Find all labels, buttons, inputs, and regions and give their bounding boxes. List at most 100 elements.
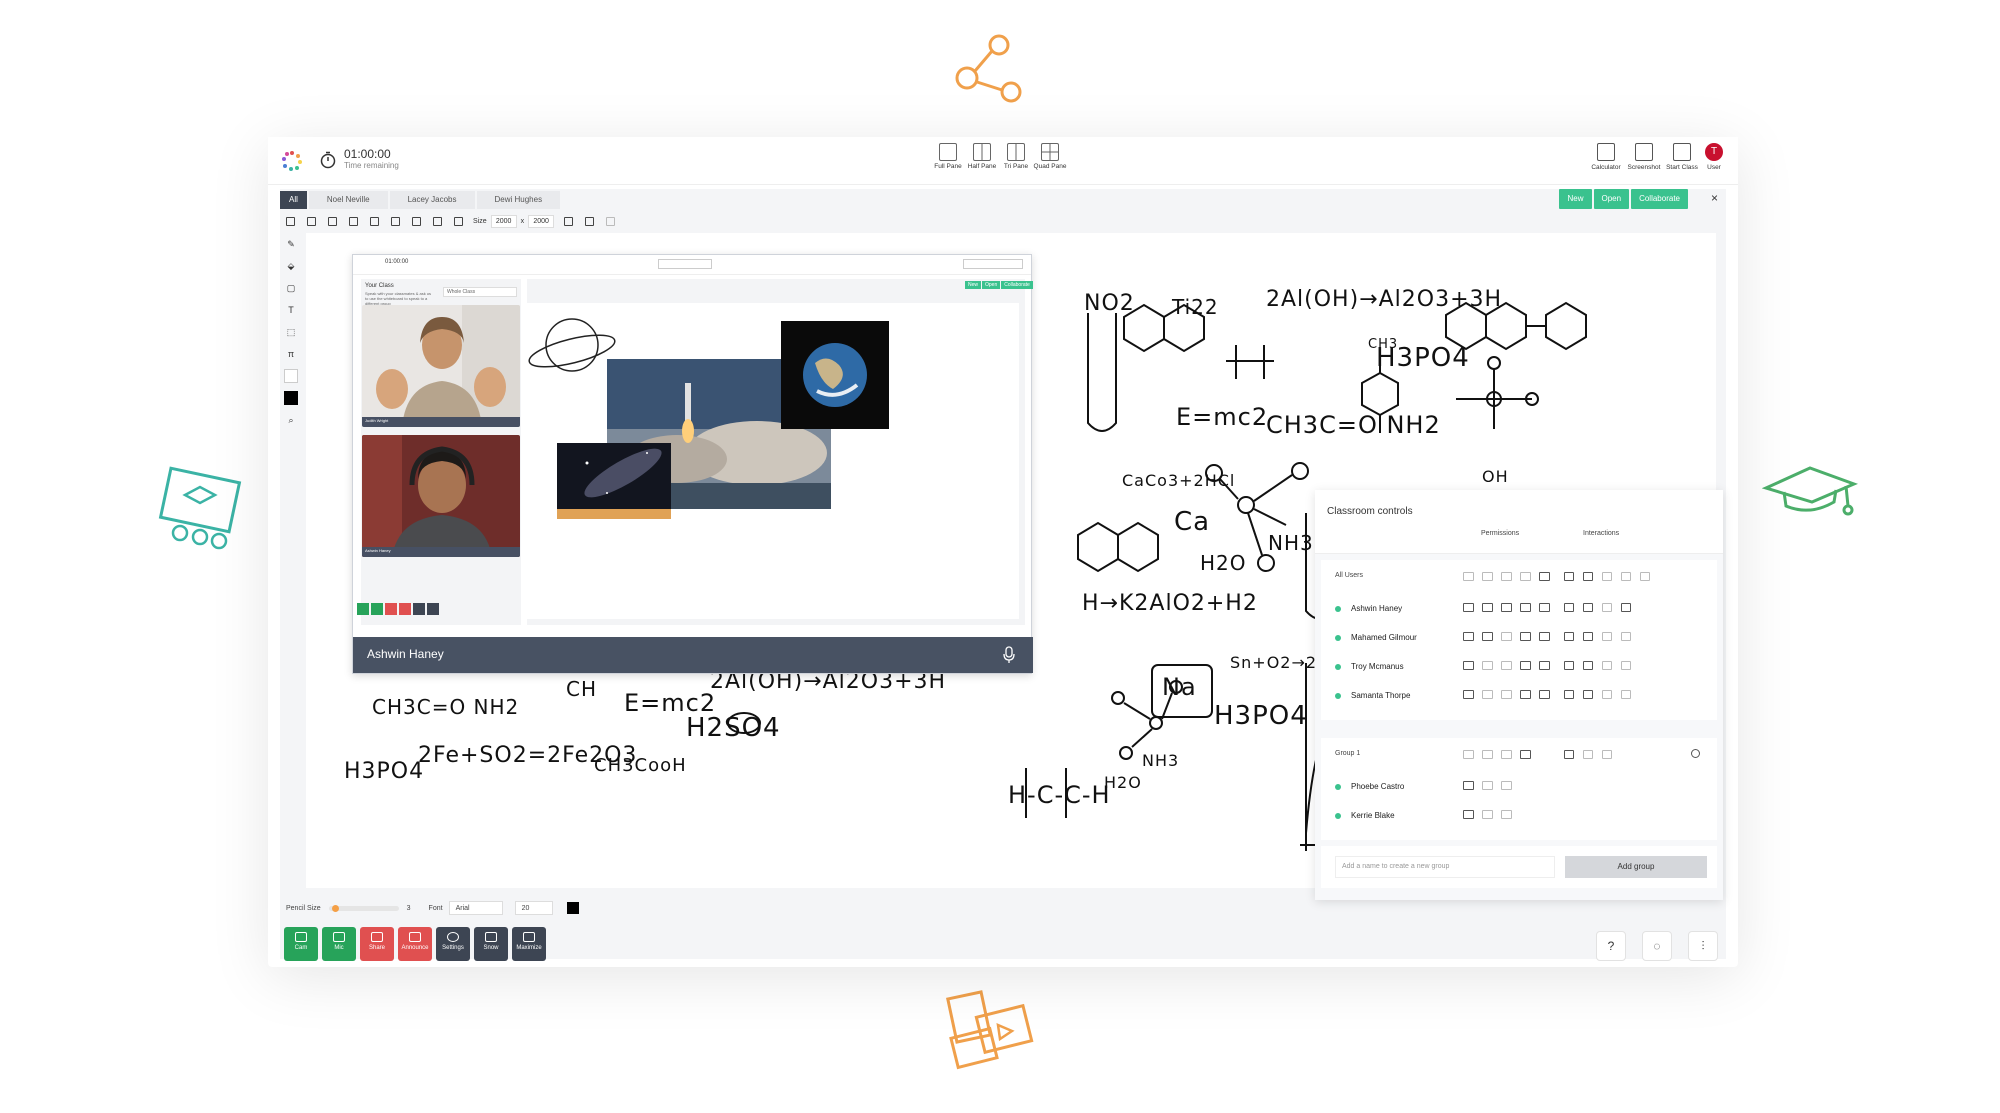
mini-cam-button[interactable] — [357, 603, 369, 615]
tab-noel-neville[interactable]: Noel Neville — [308, 191, 388, 209]
draw-off-icon[interactable] — [1602, 661, 1612, 670]
tab-permissions[interactable]: Permissions — [1481, 530, 1519, 537]
shape-icon[interactable]: ▢ — [284, 281, 298, 295]
mic-icon[interactable] — [1482, 632, 1493, 641]
calculator-button[interactable]: Calculator — [1586, 143, 1626, 171]
fill-icon[interactable]: ⬙ — [284, 259, 298, 273]
screenshot-button[interactable]: Screenshot — [1624, 143, 1664, 171]
camera-icon[interactable] — [1463, 810, 1474, 819]
group-icon[interactable] — [1520, 632, 1531, 641]
share-icon[interactable] — [585, 216, 595, 226]
mic-off-icon[interactable] — [1482, 572, 1493, 581]
document-icon[interactable] — [1564, 661, 1574, 670]
chat-icon[interactable] — [1564, 750, 1574, 759]
screen-off-icon[interactable] — [1501, 690, 1512, 699]
microphone-icon[interactable] — [1003, 646, 1015, 664]
mic-off-icon[interactable] — [1482, 750, 1493, 759]
chat-icon[interactable] — [1539, 690, 1550, 699]
chat-icon[interactable] — [1583, 572, 1593, 581]
slider-knob[interactable] — [331, 904, 339, 912]
chat-icon[interactable] — [1520, 750, 1531, 759]
zoom-icon[interactable]: ⌕ — [284, 413, 298, 427]
mic-icon[interactable] — [1482, 603, 1493, 612]
boards-icon[interactable] — [1640, 572, 1650, 581]
height-field[interactable]: 2000 — [528, 214, 555, 228]
new-button[interactable]: New — [1559, 189, 1592, 209]
group-icon[interactable] — [1520, 661, 1531, 670]
open-button[interactable]: Open — [1593, 189, 1630, 209]
group-icon[interactable] — [1520, 690, 1531, 699]
camera-icon[interactable] — [1463, 690, 1474, 699]
redo-icon[interactable] — [454, 216, 463, 226]
user-button[interactable]: T User — [1694, 143, 1734, 171]
board-off-icon[interactable] — [1621, 661, 1631, 670]
group-dropdown[interactable]: Whole Class — [443, 287, 517, 297]
user-row[interactable]: Troy Mcmanus — [1321, 652, 1717, 681]
user-row[interactable]: Mahamed Gilmour — [1321, 623, 1717, 652]
camera-off-icon[interactable] — [1463, 572, 1474, 581]
color-swatch[interactable] — [566, 902, 579, 914]
eraser-icon[interactable] — [564, 216, 574, 226]
screen-off-icon[interactable] — [1501, 572, 1512, 581]
draw-off-icon[interactable] — [1583, 750, 1593, 759]
screen-off-icon[interactable] — [1501, 810, 1512, 819]
pencil-size-slider[interactable] — [328, 904, 399, 912]
group-off-icon[interactable] — [1520, 572, 1531, 581]
group-settings-icon[interactable] — [1691, 749, 1700, 758]
stroke-color-swatch[interactable] — [284, 391, 298, 405]
image-icon[interactable] — [349, 216, 358, 226]
mini-mic-button[interactable] — [371, 603, 383, 615]
mini-maximize-button[interactable] — [427, 603, 439, 615]
share-button[interactable]: Share — [360, 927, 394, 961]
group-user-row[interactable]: Kerrie Blake — [1321, 801, 1717, 830]
mic-off-icon[interactable] — [1482, 810, 1493, 819]
camera-icon[interactable] — [1463, 781, 1474, 790]
screen-off-icon[interactable] — [1501, 781, 1512, 790]
announce-button[interactable]: Announce — [398, 927, 432, 961]
all-users-row[interactable]: All Users — [1321, 560, 1717, 594]
chat-icon[interactable]: ◌ — [1642, 931, 1672, 961]
close-icon[interactable]: × — [1711, 191, 1718, 205]
mini-settings-button[interactable] — [413, 603, 425, 615]
board-icon[interactable] — [1621, 603, 1631, 612]
tab-lacey-jacobs[interactable]: Lacey Jacobs — [389, 191, 475, 209]
snow-button[interactable]: Snow — [474, 927, 508, 961]
add-icon[interactable] — [286, 216, 295, 226]
group-row[interactable]: Group 1 — [1321, 738, 1717, 772]
select-icon[interactable]: ⬚ — [284, 325, 298, 339]
mic-button[interactable]: Mic — [322, 927, 356, 961]
settings-button[interactable]: Settings — [436, 927, 470, 961]
chat-icon[interactable] — [1539, 632, 1550, 641]
chat-icon[interactable] — [1539, 661, 1550, 670]
document-icon[interactable] — [1564, 632, 1574, 641]
board-off-icon[interactable] — [1621, 632, 1631, 641]
width-field[interactable]: 2000 — [490, 214, 517, 228]
copy-icon[interactable] — [412, 216, 421, 226]
export-icon[interactable] — [391, 216, 400, 226]
mic-off-icon[interactable] — [1482, 690, 1493, 699]
help-icon[interactable]: ? — [1596, 931, 1626, 961]
mic-off-icon[interactable] — [1482, 781, 1493, 790]
font-size-select[interactable]: 20 — [514, 901, 553, 915]
draw-off-icon[interactable] — [1602, 632, 1612, 641]
screen-icon[interactable] — [1501, 603, 1512, 612]
mini-collaborate-button[interactable]: Collaborate — [1001, 281, 1033, 289]
chat-icon[interactable] — [1583, 661, 1593, 670]
camera-icon[interactable] — [1463, 603, 1474, 612]
chat-icon[interactable] — [1539, 603, 1550, 612]
chat-icon[interactable] — [1539, 572, 1550, 581]
text-tool-icon[interactable]: T — [284, 303, 298, 317]
video-window[interactable]: 01:00:00 Your Class Speak with your clas… — [352, 254, 1033, 674]
mini-announce-button[interactable] — [399, 603, 411, 615]
camera-icon[interactable] — [1463, 632, 1474, 641]
user-row[interactable]: Samanta Thorpe — [1321, 681, 1717, 710]
screen-off-icon[interactable] — [1501, 632, 1512, 641]
cam-button[interactable]: Cam — [284, 927, 318, 961]
screen-off-icon[interactable] — [1501, 750, 1512, 759]
chat-icon[interactable] — [1583, 603, 1593, 612]
board-off-icon[interactable] — [1621, 572, 1631, 581]
tri-pane-button[interactable]: Tri Pane — [998, 143, 1034, 170]
board-off-icon[interactable] — [1621, 690, 1631, 699]
tab-dewi-hughes[interactable]: Dewi Hughes — [476, 191, 561, 209]
undo-icon[interactable] — [433, 216, 442, 226]
